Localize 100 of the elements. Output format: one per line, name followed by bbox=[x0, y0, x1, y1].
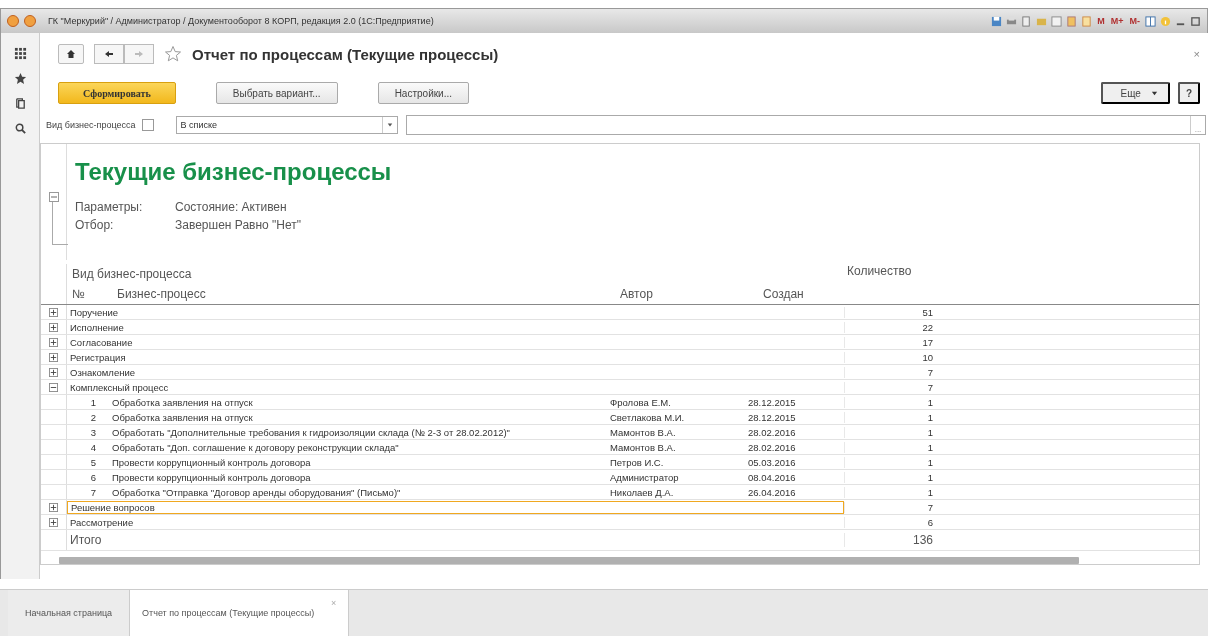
count-cell: 10 bbox=[844, 351, 939, 363]
checkbox[interactable] bbox=[141, 119, 154, 131]
collapse-icon[interactable] bbox=[49, 382, 58, 392]
help-button[interactable]: ? bbox=[1177, 82, 1200, 104]
grid-menu-icon[interactable] bbox=[13, 47, 27, 60]
horizontal-scrollbar[interactable] bbox=[59, 557, 1079, 564]
group-cell[interactable]: Регистрация bbox=[67, 350, 844, 364]
number-cell-text: 1 bbox=[89, 396, 97, 408]
caret-icon bbox=[386, 122, 393, 128]
column-header: № bbox=[71, 287, 86, 301]
history-icon[interactable] bbox=[13, 97, 27, 110]
expand-icon[interactable] bbox=[49, 502, 58, 512]
count-cell: 1 bbox=[844, 486, 939, 498]
author-cell-text: Мамонтов В.А. bbox=[610, 441, 677, 453]
count-cell: 1 bbox=[844, 456, 939, 468]
group-cell[interactable]: Ознакомление bbox=[67, 365, 844, 379]
form-title: Отчет по процессам (Текущие процессы) bbox=[192, 45, 499, 63]
count-cell: 7 bbox=[844, 381, 939, 393]
toolbar-button[interactable]: Настройки... bbox=[377, 82, 469, 104]
more-button[interactable]: Еще bbox=[1100, 82, 1170, 104]
parameter-label: Параметры: bbox=[75, 200, 144, 214]
parameter-value: Состояние: Активен bbox=[175, 200, 287, 214]
process-cell-text: Обработка заявления на отпуск bbox=[112, 396, 254, 408]
total-value: 136 bbox=[844, 533, 939, 547]
group-cell[interactable]: Исполнение bbox=[67, 320, 844, 334]
mode-dropdown[interactable]: В списке bbox=[175, 116, 398, 134]
group-cell[interactable]: Согласование bbox=[67, 335, 844, 349]
count-cell: 17 bbox=[844, 336, 939, 348]
memory-button[interactable]: M bbox=[1096, 16, 1106, 26]
group-cell[interactable]: Решение вопросов bbox=[67, 500, 844, 514]
window-tab[interactable]: Отчет по процессам (Текущие процессы) × bbox=[130, 590, 350, 636]
column-header: Автор bbox=[619, 287, 654, 301]
date-cell-text: 28.12.2015 bbox=[748, 396, 797, 408]
count-cell: 7 bbox=[844, 501, 939, 513]
memory-button[interactable]: M+ bbox=[1109, 16, 1125, 26]
expand-icon[interactable] bbox=[49, 322, 58, 332]
number-cell-text: 4 bbox=[89, 441, 97, 453]
parameter-label: Отбор: bbox=[75, 218, 115, 232]
author-cell-text: Петров И.С. bbox=[610, 456, 665, 468]
process-cell-text: Обработать "Доп. соглашение к договору реконструкции склада" bbox=[112, 441, 400, 453]
maximize-icon[interactable] bbox=[1190, 15, 1201, 27]
expand-icon[interactable] bbox=[49, 352, 58, 362]
count-cell: 1 bbox=[844, 396, 939, 408]
save-icon[interactable] bbox=[991, 15, 1003, 27]
date-cell-text: 26.04.2016 bbox=[748, 486, 797, 498]
memory-button[interactable]: M- bbox=[1128, 16, 1141, 26]
caret-icon bbox=[1150, 89, 1158, 97]
forward-arrow-icon bbox=[134, 49, 144, 59]
author-cell-text: Фролова Е.М. bbox=[610, 396, 672, 408]
process-cell-text: Обработать "Дополнительные требования к гидроизоляции склада (№ 2-3 от 28.02.2012)" bbox=[112, 426, 511, 438]
date-cell-text: 28.02.2016 bbox=[748, 441, 797, 453]
group-cell[interactable]: Поручение bbox=[67, 305, 844, 319]
report-title: Текущие бизнес-процессы bbox=[75, 158, 392, 186]
total-label: Итого bbox=[69, 533, 103, 547]
generate-button[interactable]: Сформировать bbox=[58, 82, 176, 104]
count-cell: 7 bbox=[844, 366, 939, 378]
back-button[interactable] bbox=[94, 44, 124, 64]
number-cell-text: 5 bbox=[89, 456, 97, 468]
favorite-star-icon[interactable] bbox=[164, 45, 182, 63]
window-title: ГК "Меркурий" / Администратор / Документооборот 8 КОРП, редакция 2.0 (1С:Предприятие) bbox=[48, 16, 434, 26]
star-icon[interactable] bbox=[13, 72, 27, 85]
date-cell-text: 05.03.2016 bbox=[748, 456, 797, 468]
expand-icon[interactable] bbox=[49, 307, 58, 317]
parameter-value: Завершен Равно "Нет" bbox=[175, 218, 302, 232]
value-field[interactable]: ... bbox=[405, 115, 1206, 135]
group-cell[interactable]: Рассмотрение bbox=[67, 515, 844, 529]
column-header: Бизнес-процесс bbox=[116, 287, 207, 301]
expand-icon[interactable] bbox=[49, 367, 58, 377]
process-cell-text: Провести коррупционный контроль договора bbox=[112, 471, 312, 483]
close-button[interactable]: × bbox=[1193, 48, 1200, 60]
author-cell-text: Мамонтов В.А. bbox=[610, 426, 677, 438]
date-cell-text: 28.02.2016 bbox=[748, 426, 797, 438]
number-cell-text: 7 bbox=[89, 486, 97, 498]
search-icon[interactable] bbox=[13, 122, 27, 135]
group-cell[interactable]: Комплексный процесс bbox=[67, 380, 844, 394]
back-arrow-icon bbox=[104, 49, 114, 59]
count-cell: 1 bbox=[844, 411, 939, 423]
author-cell-text: Николаев Д.А. bbox=[610, 486, 675, 498]
window-tab[interactable]: Начальная страница bbox=[8, 590, 131, 636]
expand-icon[interactable] bbox=[49, 337, 58, 347]
process-cell-text: Провести коррупционный контроль договора bbox=[112, 456, 312, 468]
home-button[interactable] bbox=[58, 44, 84, 64]
filter-label: Вид бизнес-процесса bbox=[46, 120, 136, 130]
number-cell-text: 2 bbox=[89, 411, 97, 423]
author-cell-text: Администратор bbox=[610, 471, 680, 483]
count-cell: 1 bbox=[844, 471, 939, 483]
column-header: Количество bbox=[846, 264, 913, 280]
process-cell-text: Обработка заявления на отпуск bbox=[112, 411, 254, 423]
expand-icon[interactable] bbox=[49, 517, 58, 527]
panels-icon[interactable] bbox=[1145, 15, 1156, 27]
count-cell: 51 bbox=[844, 306, 939, 318]
count-cell: 1 bbox=[844, 441, 939, 453]
toolbar-button[interactable]: Выбрать вариант... bbox=[215, 82, 338, 104]
menu-icon[interactable] bbox=[24, 15, 36, 27]
home-icon bbox=[66, 49, 76, 59]
process-cell-text: Обработка "Отправка "Договор аренды оборудования" (Письмо)" bbox=[112, 486, 402, 498]
count-cell: 1 bbox=[844, 426, 939, 438]
author-cell-text: Светлакова М.И. bbox=[610, 411, 686, 423]
date-cell-text: 08.04.2016 bbox=[748, 471, 797, 483]
number-cell-text: 6 bbox=[89, 471, 97, 483]
